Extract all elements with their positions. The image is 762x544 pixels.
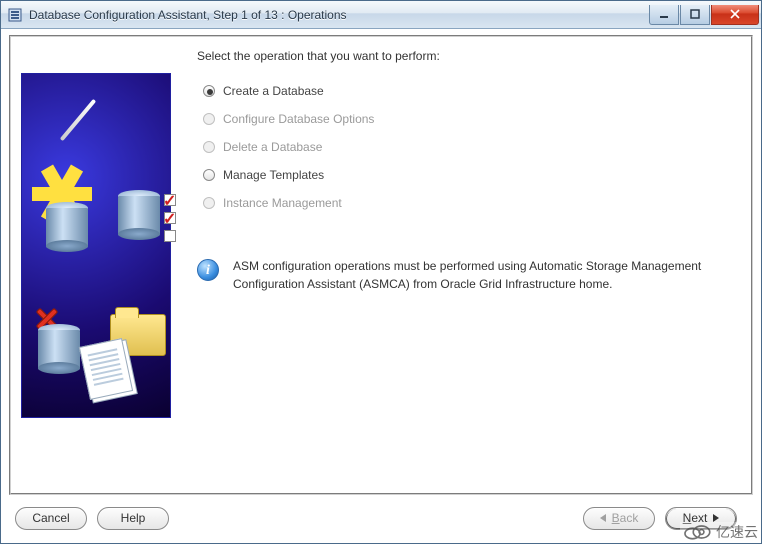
radio-configure-options: Configure Database Options (203, 105, 737, 133)
database-icon (38, 324, 80, 374)
button-label: Cancel (32, 511, 69, 525)
window-title: Database Configuration Assistant, Step 1… (29, 8, 648, 22)
window-controls (648, 5, 759, 25)
maximize-button[interactable] (680, 5, 710, 25)
radio-delete-database: Delete a Database (203, 133, 737, 161)
checkbox-icon (164, 230, 176, 242)
back-button: Back (583, 507, 655, 530)
wand-icon (52, 94, 98, 140)
radio-label: Create a Database (223, 84, 324, 98)
chevron-right-icon (713, 514, 719, 522)
cancel-button[interactable]: Cancel (15, 507, 87, 530)
radio-label: Instance Management (223, 196, 342, 210)
prompt-text: Select the operation that you want to pe… (197, 49, 737, 63)
button-bar: Cancel Help Back Next (9, 495, 753, 535)
radio-label: Delete a Database (223, 140, 322, 154)
button-label: Back (612, 511, 639, 525)
client-area: ✓ ✓ Select the operation that you want t… (1, 29, 761, 543)
radio-create-database[interactable]: Create a Database (203, 77, 737, 105)
radio-icon (203, 85, 215, 97)
button-label: Help (121, 511, 146, 525)
radio-icon (203, 197, 215, 209)
button-label: Next (683, 511, 708, 525)
radio-icon (203, 169, 215, 181)
checkbox-icon: ✓ (164, 194, 176, 206)
radio-icon (203, 141, 215, 153)
chevron-left-icon (600, 514, 606, 522)
wizard-graphic: ✓ ✓ (21, 73, 171, 418)
database-icon (118, 190, 160, 240)
checkbox-icon: ✓ (164, 212, 176, 224)
operation-options: Create a Database Configure Database Opt… (203, 77, 737, 217)
titlebar[interactable]: Database Configuration Assistant, Step 1… (1, 1, 761, 29)
info-text: ASM configuration operations must be per… (233, 257, 737, 293)
radio-label: Configure Database Options (223, 112, 374, 126)
help-button[interactable]: Help (97, 507, 169, 530)
radio-icon (203, 113, 215, 125)
content-area: Select the operation that you want to pe… (197, 47, 737, 483)
app-icon (7, 7, 23, 23)
window-frame: Database Configuration Assistant, Step 1… (0, 0, 762, 544)
radio-manage-templates[interactable]: Manage Templates (203, 161, 737, 189)
database-icon (46, 202, 88, 252)
info-panel: i ASM configuration operations must be p… (197, 257, 737, 293)
info-icon: i (197, 259, 219, 281)
radio-label: Manage Templates (223, 168, 324, 182)
main-panel: ✓ ✓ Select the operation that you want t… (9, 35, 753, 495)
next-button[interactable]: Next (665, 507, 737, 530)
radio-instance-management: Instance Management (203, 189, 737, 217)
close-button[interactable] (711, 5, 759, 25)
minimize-button[interactable] (649, 5, 679, 25)
